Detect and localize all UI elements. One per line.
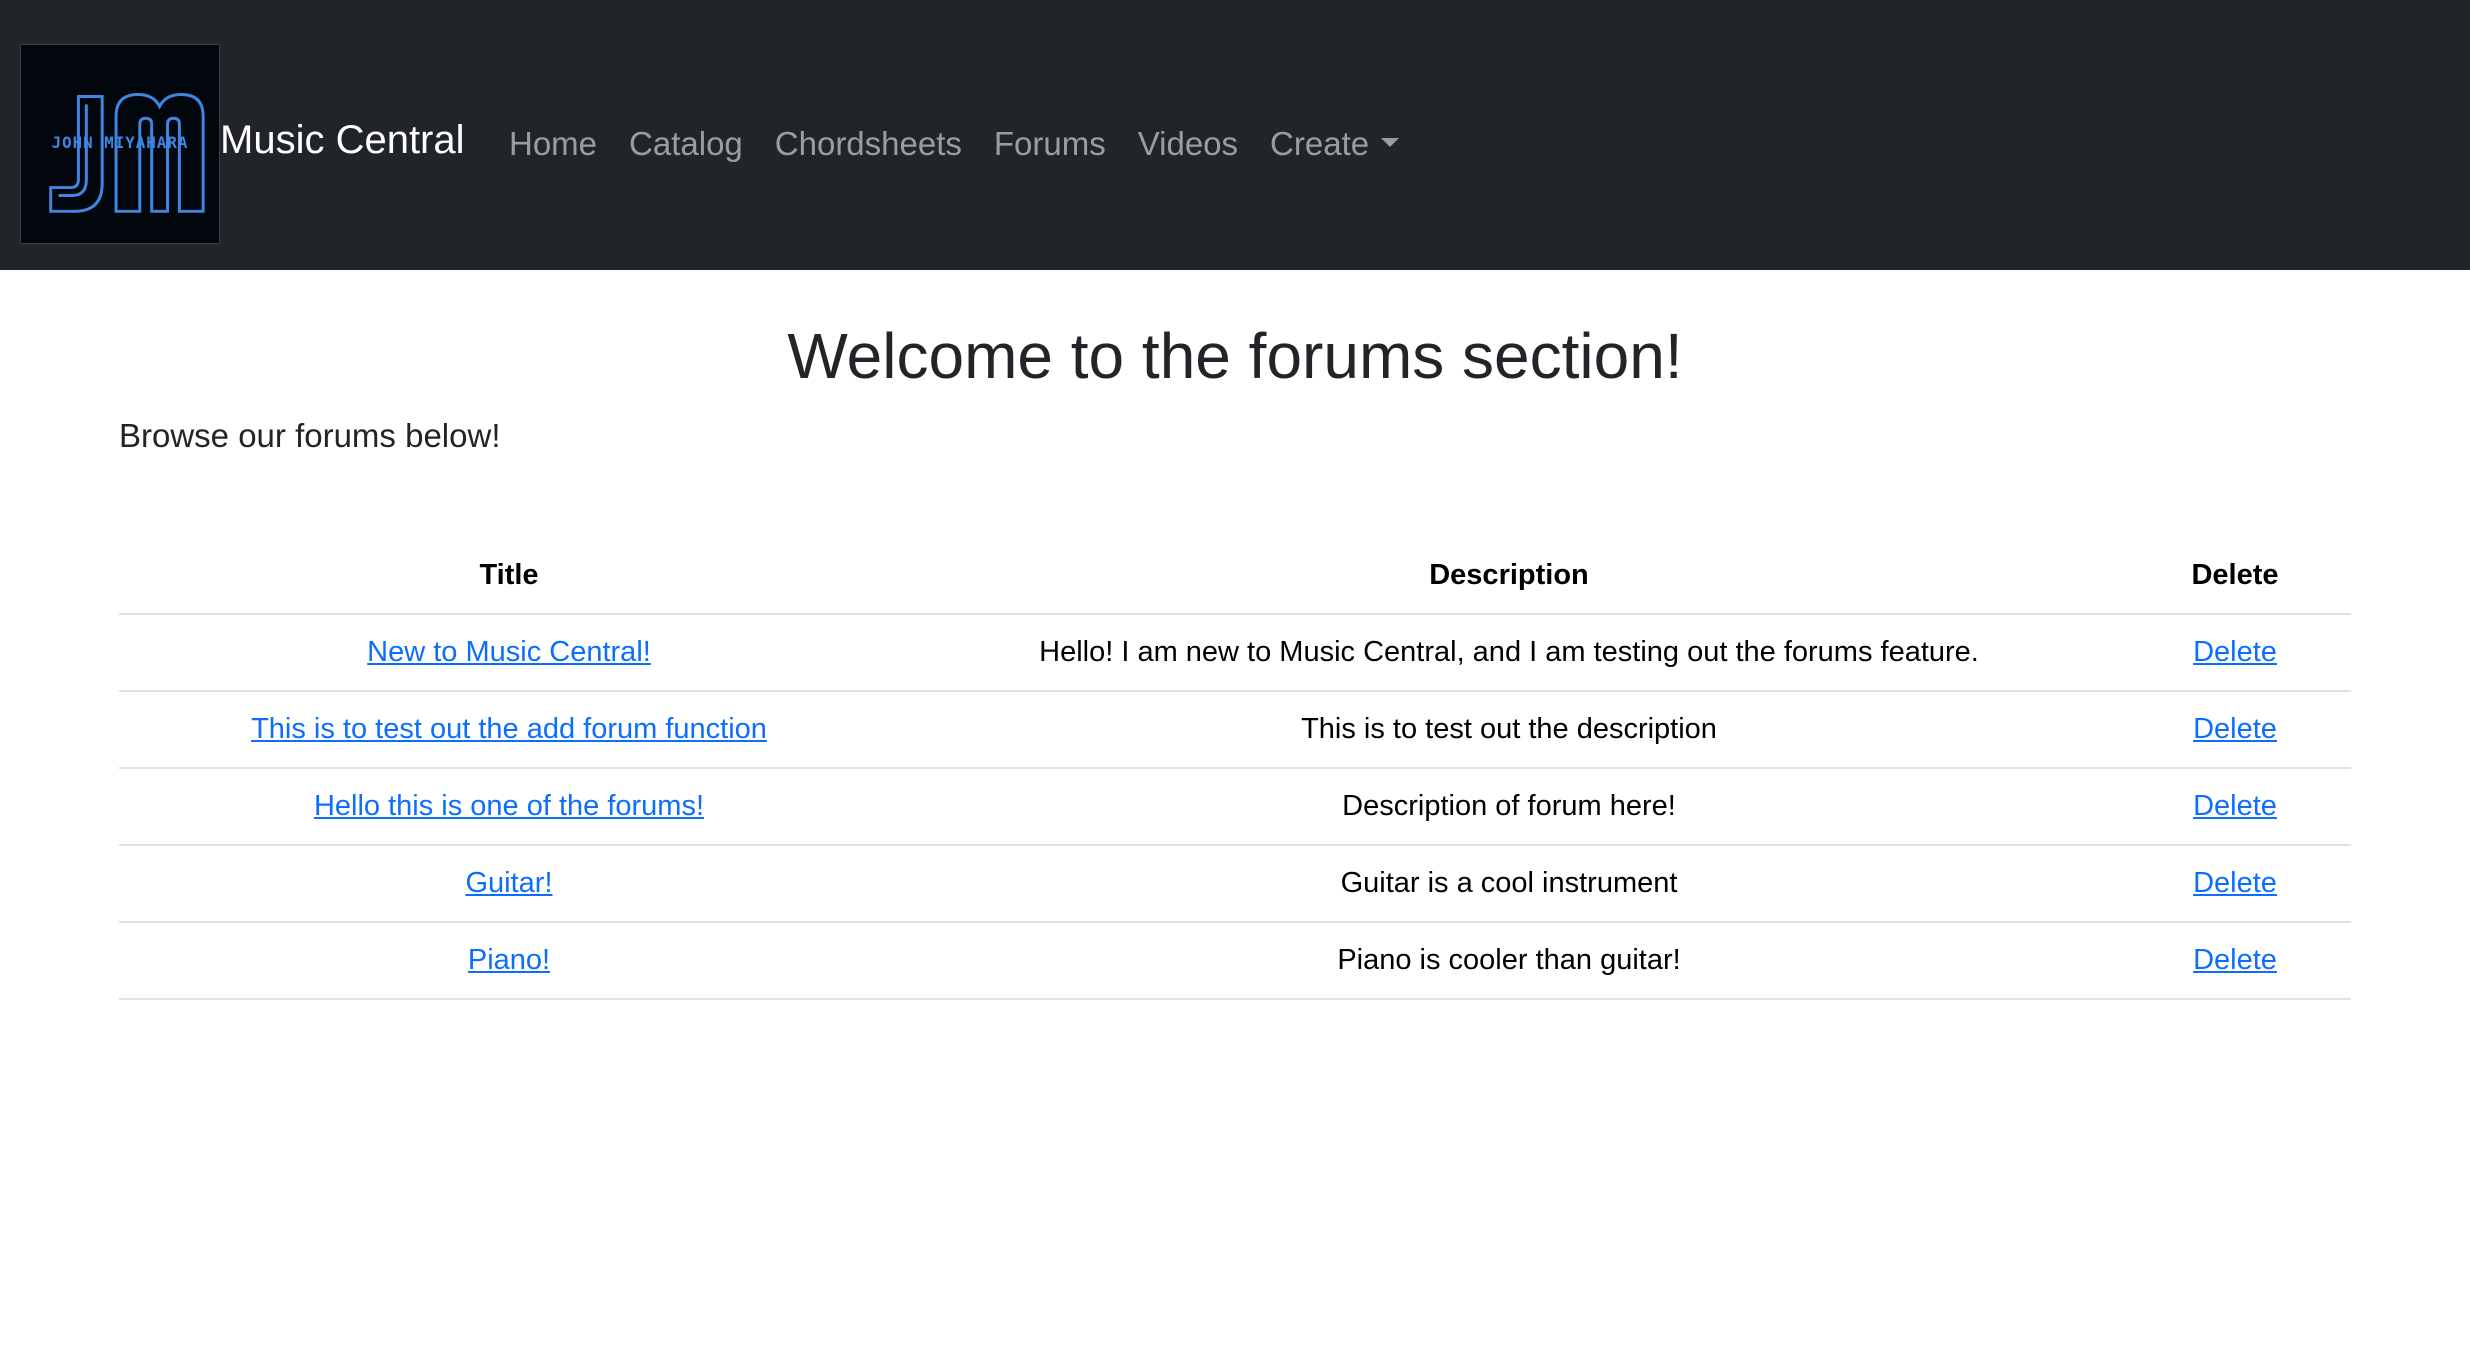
table-row: New to Music Central! Hello! I am new to… [119, 614, 2351, 692]
forum-title-link[interactable]: This is to test out the add forum functi… [251, 713, 767, 745]
forum-title-link[interactable]: Hello this is one of the forums! [314, 790, 704, 822]
delete-cell: Delete [2119, 691, 2351, 769]
forums-table: Title Description Delete New to Music Ce… [119, 538, 2351, 1000]
title-cell: Guitar! [119, 845, 899, 923]
logo-text: JOHN MIYAHARA [52, 133, 189, 152]
delete-link[interactable]: Delete [2193, 867, 2277, 899]
description-cell: This is to test out the description [899, 691, 2119, 769]
table-header-row: Title Description Delete [119, 538, 2351, 615]
delete-link[interactable]: Delete [2193, 944, 2277, 976]
description-cell: Hello! I am new to Music Central, and I … [899, 614, 2119, 692]
brand-link[interactable]: Music Central [220, 114, 465, 166]
nav-catalog[interactable]: Catalog [613, 120, 759, 168]
nav-videos[interactable]: Videos [1122, 120, 1254, 168]
navbar: JOHN MIYAHARA Music Central Home Catalog… [0, 0, 2470, 270]
delete-link[interactable]: Delete [2193, 636, 2277, 668]
delete-link[interactable]: Delete [2193, 790, 2277, 822]
description-cell: Piano is cooler than guitar! [899, 922, 2119, 1000]
header-title: Title [119, 538, 899, 615]
nav-create-dropdown[interactable]: Create [1254, 120, 1415, 168]
table-row: Piano! Piano is cooler than guitar! Dele… [119, 922, 2351, 1000]
description-cell: Description of forum here! [899, 768, 2119, 846]
table-row: Guitar! Guitar is a cool instrument Dele… [119, 845, 2351, 923]
header-delete: Delete [2119, 538, 2351, 615]
nav-chordsheets[interactable]: Chordsheets [759, 120, 978, 168]
delete-cell: Delete [2119, 768, 2351, 846]
jm-logo-icon: JOHN MIYAHARA [49, 93, 205, 213]
nav-home[interactable]: Home [509, 120, 613, 168]
forum-title-link[interactable]: Guitar! [465, 867, 552, 899]
description-cell: Guitar is a cool instrument [899, 845, 2119, 923]
title-cell: Hello this is one of the forums! [119, 768, 899, 846]
table-row: Hello this is one of the forums! Descrip… [119, 768, 2351, 846]
nav-menu: Home Catalog Chordsheets Forums Videos C… [509, 120, 1415, 168]
forum-title-link[interactable]: Piano! [468, 944, 550, 976]
table-row: This is to test out the add forum functi… [119, 691, 2351, 769]
delete-cell: Delete [2119, 845, 2351, 923]
delete-link[interactable]: Delete [2193, 713, 2277, 745]
caret-down-icon [1381, 138, 1400, 147]
delete-cell: Delete [2119, 614, 2351, 692]
title-cell: This is to test out the add forum functi… [119, 691, 899, 769]
nav-forums[interactable]: Forums [978, 120, 1122, 168]
header-description: Description [899, 538, 2119, 615]
logo[interactable]: JOHN MIYAHARA [20, 44, 220, 244]
forum-title-link[interactable]: New to Music Central! [367, 636, 651, 668]
delete-cell: Delete [2119, 922, 2351, 1000]
title-cell: Piano! [119, 922, 899, 1000]
title-cell: New to Music Central! [119, 614, 899, 692]
nav-create-label: Create [1270, 125, 1370, 162]
page-subtitle: Browse our forums below! [119, 417, 501, 454]
page-title: Welcome to the forums section! [787, 320, 1683, 392]
